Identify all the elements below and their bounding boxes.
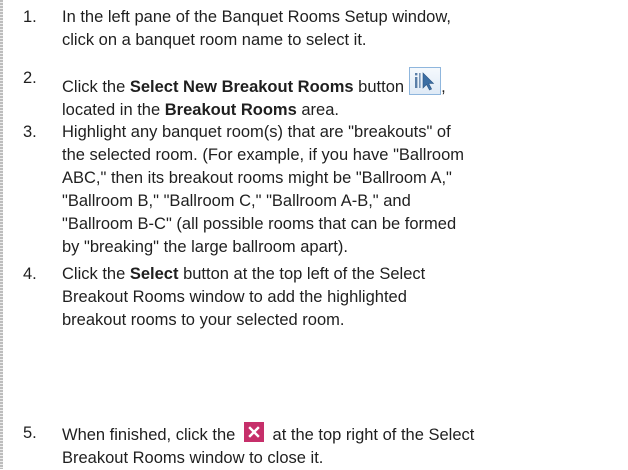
step-line: breakout rooms to your selected room. (62, 311, 345, 329)
step-line: Click the Select button at the top left … (62, 263, 622, 286)
step-line: ABC," then its breakout rooms might be "… (62, 169, 452, 187)
step-text: In the left pane of the Banquet Rooms Se… (62, 6, 622, 52)
close-icon (243, 422, 264, 442)
step-line: In the left pane of the Banquet Rooms Se… (62, 8, 451, 26)
step-text: Click the Select New Breakout Rooms butt… (62, 67, 622, 122)
step-line: Breakout Rooms window to add the highlig… (62, 288, 407, 306)
step-text: Click the Select button at the top left … (62, 263, 622, 332)
ui-term-select: Select (129, 265, 179, 283)
step-number: 1. (23, 8, 37, 26)
step-line: When finished, click the at the top righ… (62, 422, 622, 447)
step-text-run: , (441, 78, 446, 96)
step-text-run: button at the top left of the Select (178, 265, 426, 283)
step-text-run: area. (296, 101, 339, 119)
step-text: When finished, click the at the top righ… (62, 422, 622, 470)
ui-term-select-new-breakout-rooms: Select New Breakout Rooms (129, 78, 354, 96)
step-line: Breakout Rooms window to close it. (62, 449, 324, 467)
step-line: click on a banquet room name to select i… (62, 31, 367, 49)
step-line: Click the Select New Breakout Rooms butt… (62, 67, 622, 99)
step-number: 5. (23, 424, 37, 442)
left-border-rule (0, 0, 3, 469)
step-line: located in the Breakout Rooms area. (62, 99, 622, 122)
ui-term-breakout-rooms: Breakout Rooms (164, 101, 297, 119)
step-number: 2. (23, 69, 37, 87)
step-text-run: When finished, click the (62, 426, 236, 444)
step-number: 4. (23, 265, 37, 283)
step-text: Highlight any banquet room(s) that are "… (62, 121, 622, 259)
step-line: Highlight any banquet room(s) that are "… (62, 123, 451, 141)
step-text-run: at the top right of the Select (272, 426, 475, 444)
step-line: by "breaking" the large ballroom apart). (62, 238, 348, 256)
step-line: "Ballroom B-C" (all possible rooms that … (62, 215, 457, 233)
select-breakout-rooms-icon (409, 67, 442, 95)
step-line: "Ballroom B," "Ballroom C," "Ballroom A-… (62, 192, 411, 210)
step-text-run: Click the (62, 265, 130, 283)
step-line: the selected room. (For example, if you … (62, 146, 465, 164)
step-text-run: located in the (62, 101, 165, 119)
step-text-run: Click the (62, 78, 130, 96)
step-text-run: button (353, 78, 405, 96)
step-number: 3. (23, 123, 37, 141)
